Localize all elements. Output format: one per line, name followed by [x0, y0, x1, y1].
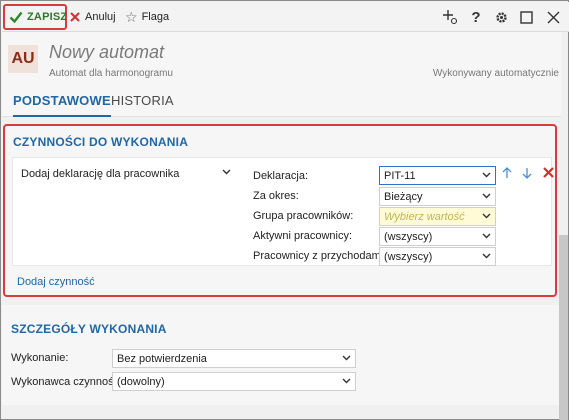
record-header: AU Nowy automat Automat dla harmonogramu…: [2, 32, 561, 87]
window-frame: ZAPISZ Anuluj ☆ Flaga ? AU Nowy automat …: [0, 0, 569, 420]
execution-label: Wykonanie:: [11, 352, 69, 364]
chevron-down-icon: [342, 376, 351, 387]
execution-value: Bez potwierdzenia: [117, 352, 207, 365]
page-title: Nowy automat: [49, 42, 165, 62]
scrollbar[interactable]: [559, 235, 568, 420]
employees-with-income-select[interactable]: (wszyscy): [379, 247, 496, 266]
help-icon[interactable]: ?: [466, 7, 486, 27]
employees-with-income-label: Pracownicy z przychodami:: [253, 250, 387, 262]
tab-historia[interactable]: HISTORIA: [111, 93, 174, 117]
chevron-down-icon: [342, 353, 351, 364]
avatar: AU: [8, 45, 38, 73]
chevron-down-icon: [482, 170, 491, 181]
period-value: Bieżący: [384, 190, 423, 203]
chevron-down-icon: [482, 211, 491, 222]
active-employees-label: Aktywni pracownicy:: [253, 230, 353, 242]
maximize-icon[interactable]: [516, 7, 536, 27]
tab-podstawowe[interactable]: PODSTAWOWE: [13, 93, 111, 117]
period-label: Za okres:: [253, 190, 299, 202]
save-button[interactable]: ZAPISZ: [3, 4, 67, 30]
delete-icon[interactable]: [543, 167, 554, 181]
employee-group-select[interactable]: Wybierz wartość: [379, 207, 496, 226]
period-select[interactable]: Bieżący: [379, 187, 496, 206]
move-down-icon[interactable]: [522, 167, 532, 182]
add-task-link[interactable]: Dodaj czynność: [17, 276, 95, 288]
task-type-value: Dodaj deklarację dla pracownika: [21, 167, 180, 180]
close-window-icon[interactable]: [543, 7, 563, 27]
performer-select[interactable]: (dowolny): [112, 372, 356, 391]
page-subtitle: Automat dla harmonogramu: [49, 68, 173, 79]
performer-label: Wykonawca czynności:: [11, 376, 125, 388]
close-icon: [70, 12, 80, 22]
active-employees-value: (wszyscy): [384, 230, 433, 243]
move-up-icon[interactable]: [502, 167, 512, 182]
declaration-value: PIT-11: [384, 169, 416, 182]
flag-label: Flaga: [141, 11, 170, 23]
chevron-down-icon: [482, 231, 491, 242]
execution-select[interactable]: Bez potwierdzenia: [112, 349, 356, 368]
details-section: SZCZEGÓŁY WYKONANIA Wykonanie: Bez potwi…: [2, 305, 561, 405]
employee-group-value: Wybierz wartość: [384, 210, 465, 223]
save-label: ZAPISZ: [27, 11, 68, 23]
chevron-down-icon: [482, 251, 491, 262]
gear-icon[interactable]: [491, 7, 511, 27]
flag-button[interactable]: ☆ Flaga: [125, 6, 169, 28]
cancel-button[interactable]: Anuluj: [69, 6, 116, 28]
declaration-label: Deklaracja:: [253, 170, 309, 182]
section-title: SZCZEGÓŁY WYKONANIA: [11, 322, 167, 336]
task-panel: Dodaj deklarację dla pracownika Deklarac…: [12, 157, 554, 266]
tasks-section: CZYNNOŚCI DO WYKONANIA Dodaj deklarację …: [3, 124, 557, 297]
chevron-down-icon: [482, 191, 491, 202]
add-attachment-icon[interactable]: [440, 7, 460, 27]
tab-bar: PODSTAWOWE HISTORIA: [2, 87, 561, 117]
toolbar: ZAPISZ Anuluj ☆ Flaga ?: [2, 2, 569, 32]
declaration-select[interactable]: PIT-11: [379, 166, 496, 185]
checkmark-icon: [9, 11, 23, 24]
task-type-select[interactable]: Dodaj deklarację dla pracownika: [17, 164, 235, 183]
cancel-label: Anuluj: [85, 11, 116, 23]
star-icon: ☆: [125, 8, 138, 25]
section-title: CZYNNOŚCI DO WYKONANIA: [13, 135, 189, 149]
employees-with-income-value: (wszyscy): [384, 250, 433, 263]
performer-value: (dowolny): [117, 375, 165, 388]
status-text: Wykonywany automatycznie: [432, 68, 559, 79]
active-employees-select[interactable]: (wszyscy): [379, 227, 496, 246]
employee-group-label: Grupa pracowników:: [253, 210, 354, 222]
chevron-down-icon: [222, 167, 231, 178]
